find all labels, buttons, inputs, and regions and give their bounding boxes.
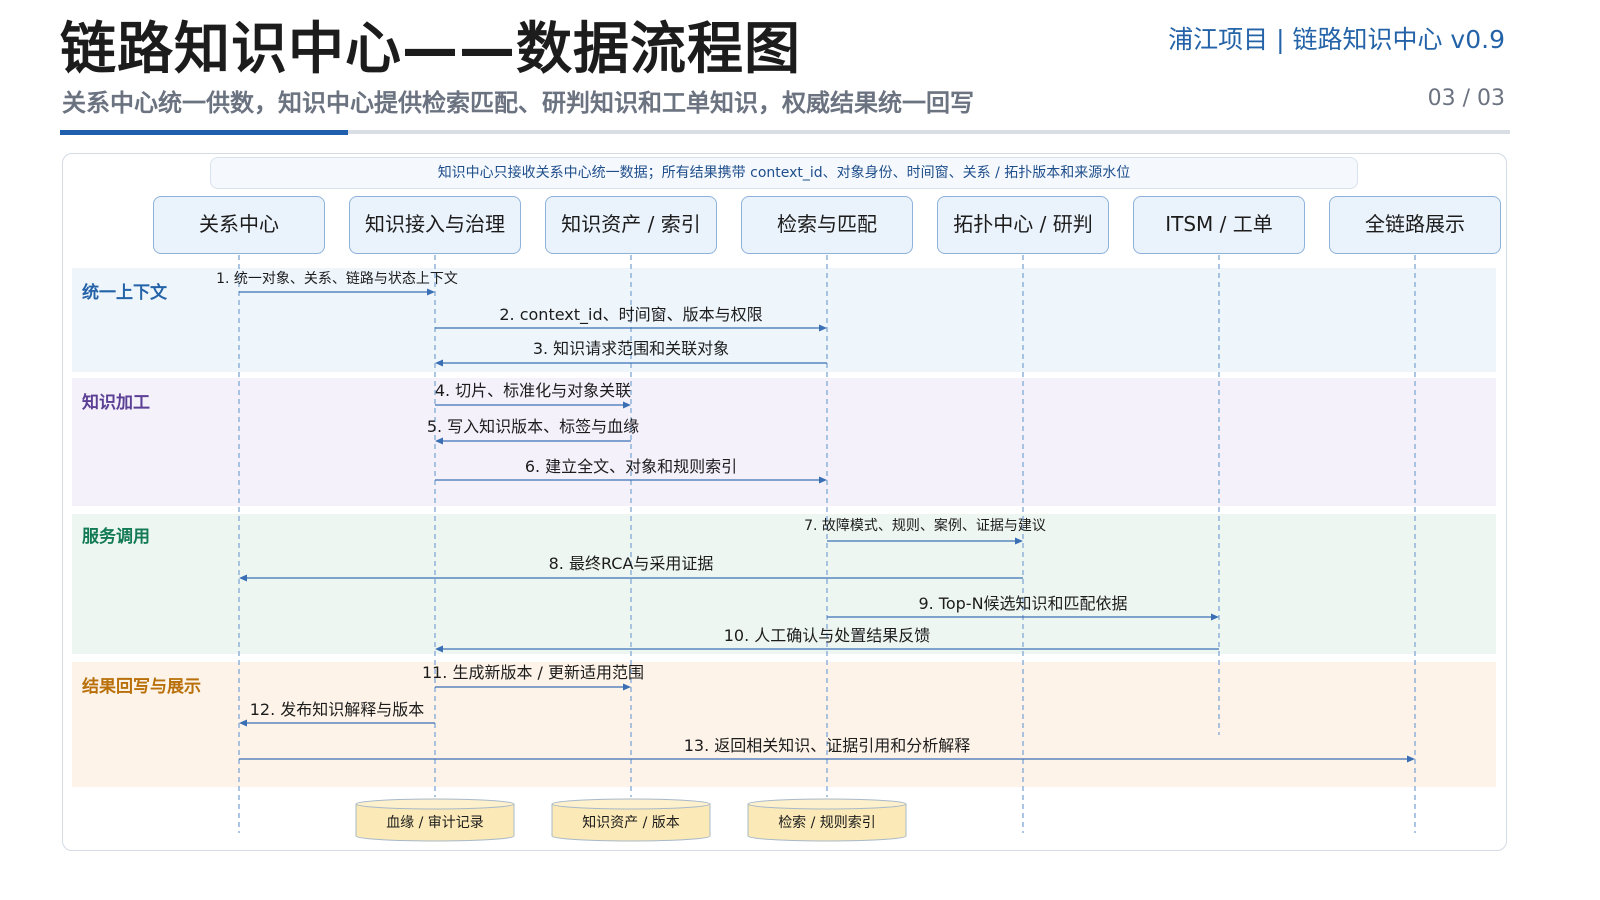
sequence-flow: 1. 统一对象、关系、链路与状态上下文 2. context_id、时间窗、版本与… xyxy=(216,255,1416,833)
store-lineage-audit: 血缘 / 审计记录 xyxy=(355,798,515,842)
message-arrow: 5. 写入知识版本、标签与血缘 xyxy=(427,417,639,445)
arrowhead-icon xyxy=(239,719,247,727)
message-label: 5. 写入知识版本、标签与血缘 xyxy=(427,417,639,436)
message-arrow: 10. 人工确认与处置结果反馈 xyxy=(435,626,1219,653)
message-arrow: 11. 生成新版本 / 更新适用范围 xyxy=(422,663,644,691)
message-arrow: 2. context_id、时间窗、版本与权限 xyxy=(435,305,827,332)
store-label: 血缘 / 审计记录 xyxy=(386,815,484,831)
arrowhead-icon xyxy=(427,288,435,296)
arrowhead-icon xyxy=(819,476,827,484)
arrowhead-icon xyxy=(435,359,443,367)
arrowhead-icon xyxy=(623,683,631,691)
arrowhead-icon xyxy=(1211,613,1219,621)
message-label: 4. 切片、标准化与对象关联 xyxy=(435,381,631,400)
message-arrow: 4. 切片、标准化与对象关联 xyxy=(435,381,631,409)
message-arrow: 12. 发布知识解释与版本 xyxy=(239,700,435,727)
message-arrow: 13. 返回相关知识、证据引用和分析解释 xyxy=(239,736,1415,763)
message-label: 9. Top-N候选知识和匹配依据 xyxy=(918,594,1127,613)
store-label: 检索 / 规则索引 xyxy=(778,815,876,831)
message-label: 13. 返回相关知识、证据引用和分析解释 xyxy=(684,736,971,755)
arrowhead-icon xyxy=(435,437,443,445)
arrowhead-icon xyxy=(435,645,443,653)
message-label: 3. 知识请求范围和关联对象 xyxy=(533,339,729,358)
message-arrow: 8. 最终RCA与采用证据 xyxy=(239,554,1023,582)
arrowhead-icon xyxy=(1407,755,1415,763)
arrowhead-icon xyxy=(1015,537,1023,545)
store-retrieval-index: 检索 / 规则索引 xyxy=(747,798,907,842)
message-label: 11. 生成新版本 / 更新适用范围 xyxy=(422,663,644,682)
message-label: 2. context_id、时间窗、版本与权限 xyxy=(499,305,762,325)
message-arrow: 7. 故障模式、规则、案例、证据与建议 xyxy=(804,517,1046,545)
message-arrow: 1. 统一对象、关系、链路与状态上下文 xyxy=(216,271,458,296)
message-arrow: 3. 知识请求范围和关联对象 xyxy=(435,339,827,367)
message-label: 7. 故障模式、规则、案例、证据与建议 xyxy=(804,517,1046,534)
message-label: 6. 建立全文、对象和规则索引 xyxy=(525,457,737,476)
arrowhead-icon xyxy=(239,574,247,582)
message-arrow: 9. Top-N候选知识和匹配依据 xyxy=(827,594,1219,621)
message-label: 10. 人工确认与处置结果反馈 xyxy=(724,626,931,645)
message-label: 1. 统一对象、关系、链路与状态上下文 xyxy=(216,271,458,287)
arrowhead-icon xyxy=(623,401,631,409)
store-knowledge-assets: 知识资产 / 版本 xyxy=(551,798,711,842)
arrowhead-icon xyxy=(819,324,827,332)
message-label: 8. 最终RCA与采用证据 xyxy=(549,554,714,573)
message-label: 12. 发布知识解释与版本 xyxy=(250,700,425,719)
message-arrow: 6. 建立全文、对象和规则索引 xyxy=(435,457,827,484)
store-label: 知识资产 / 版本 xyxy=(582,815,680,831)
